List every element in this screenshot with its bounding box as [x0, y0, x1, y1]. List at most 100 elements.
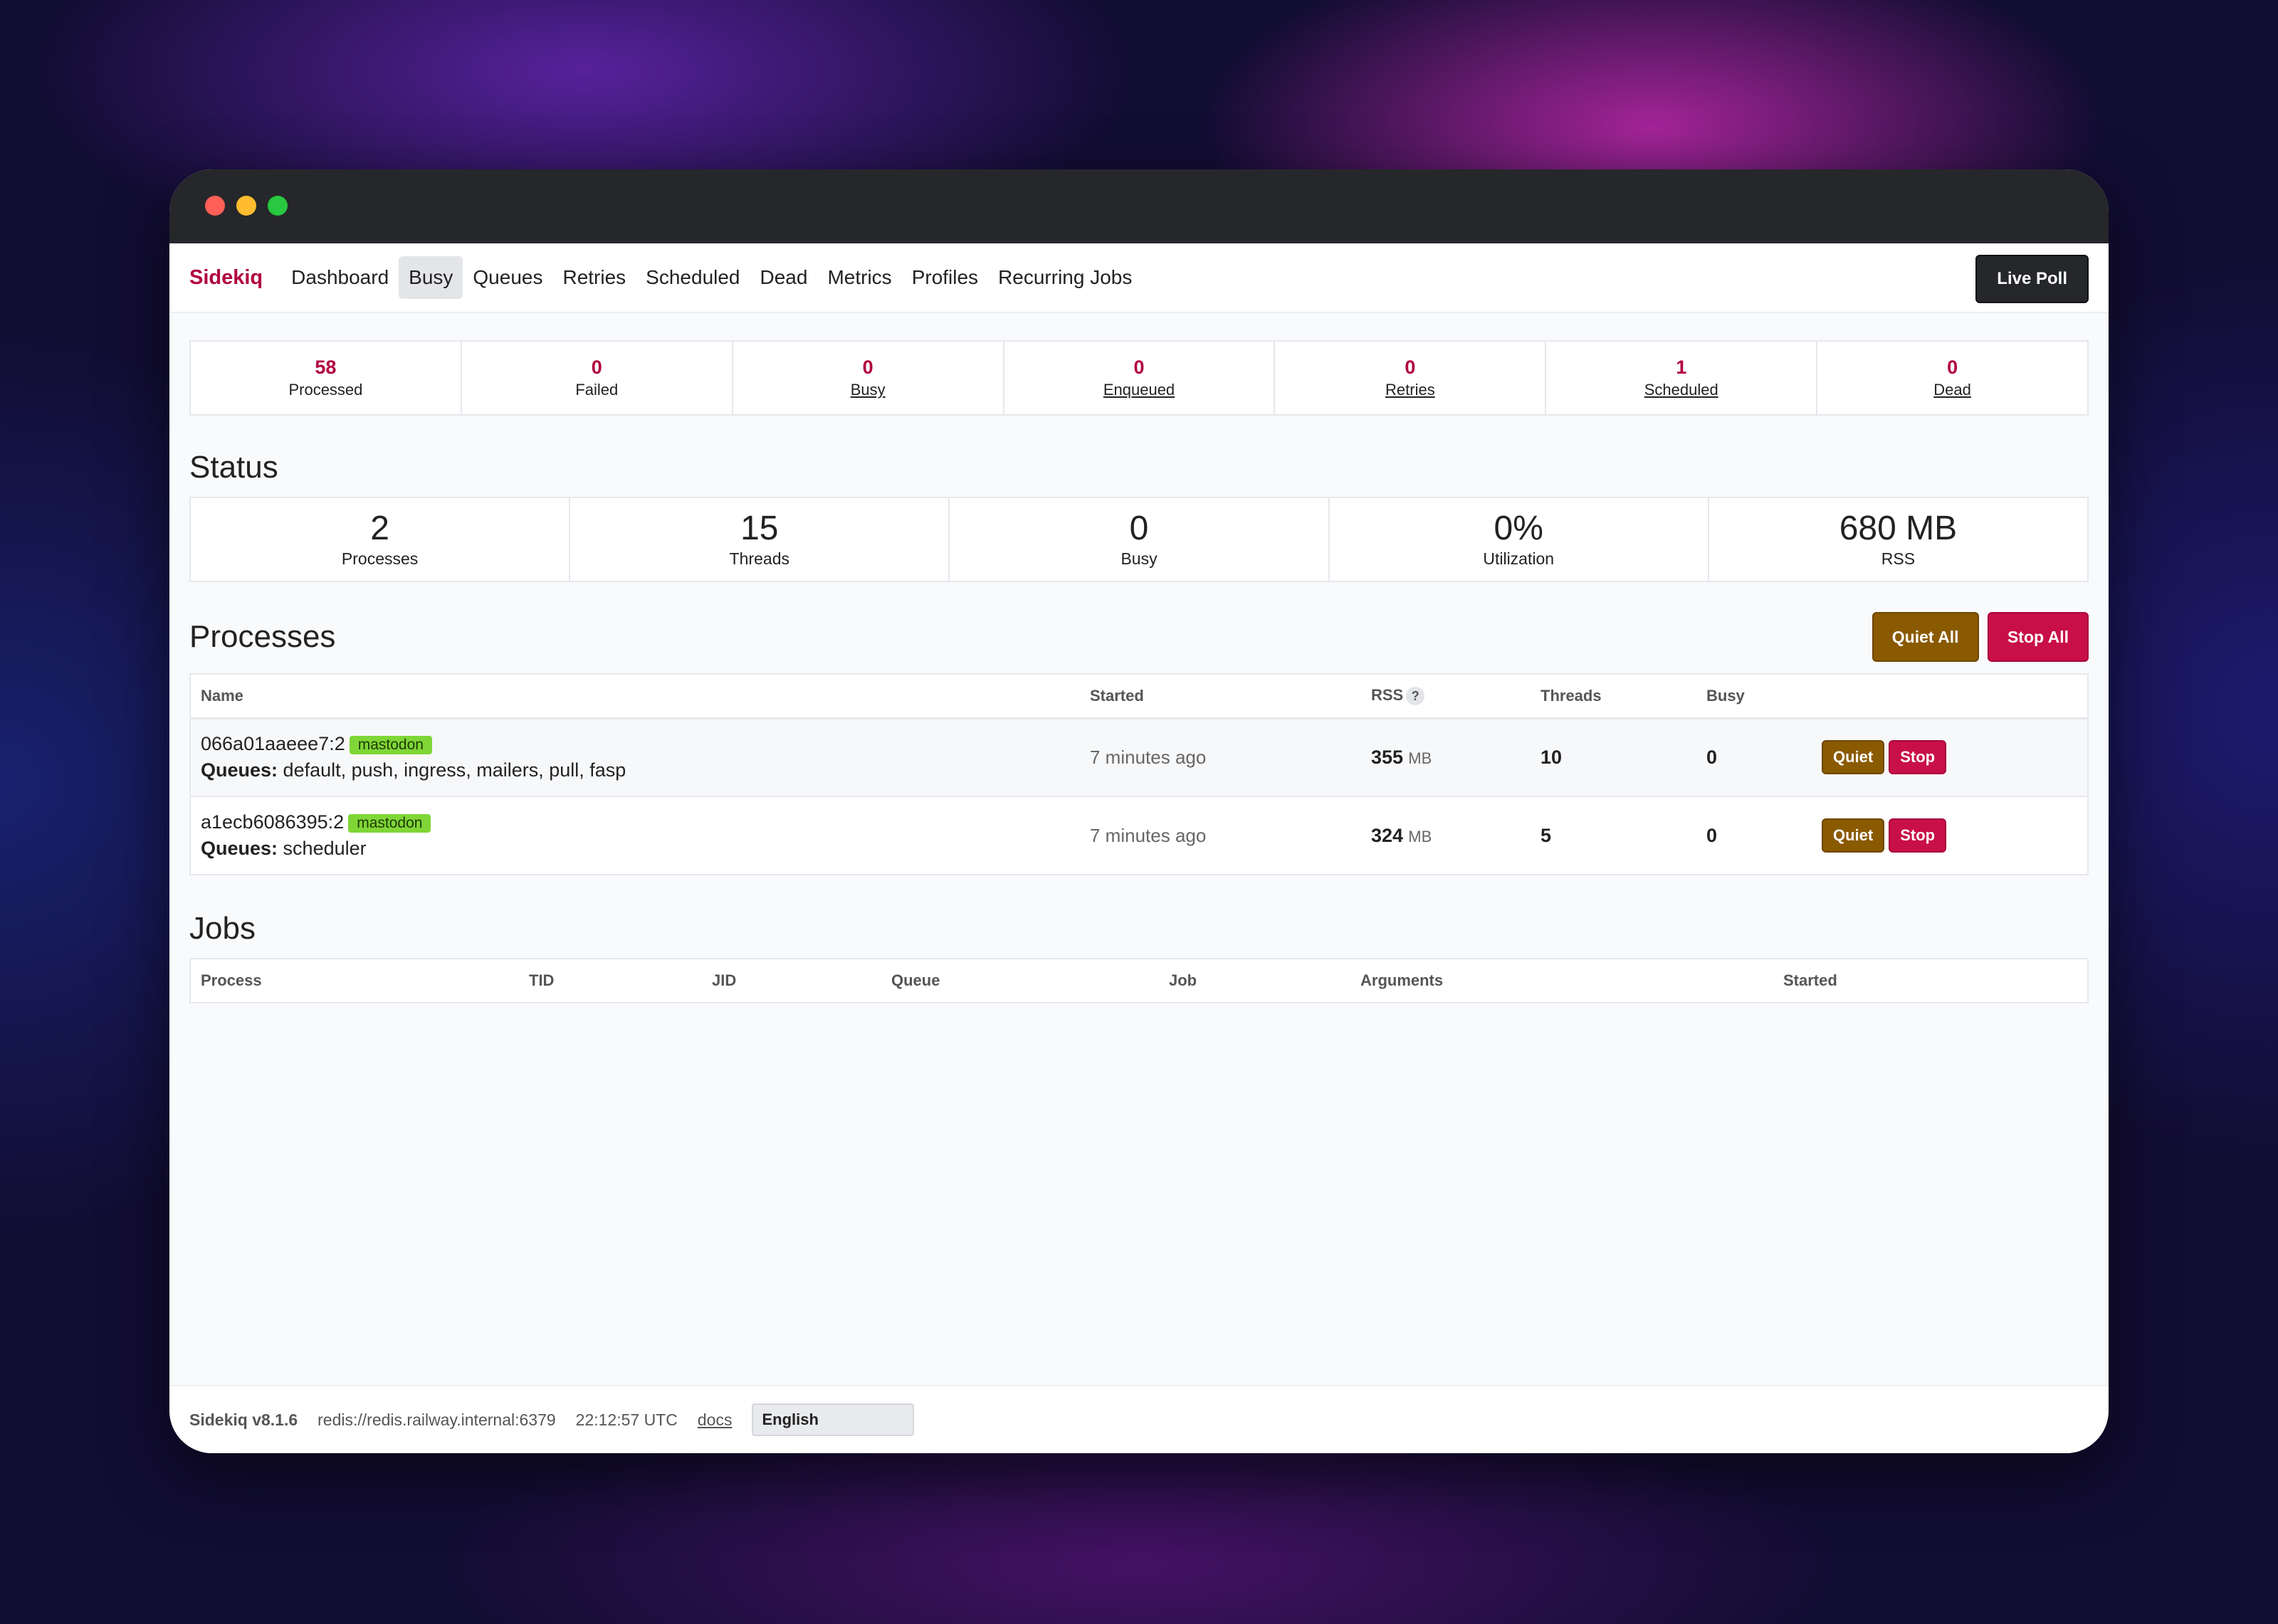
queues-list: default, push, ingress, mailers, pull, f… [283, 759, 626, 781]
status-rss: 680 MB RSS [1709, 498, 2087, 581]
title-bar [169, 169, 2109, 243]
status-summary: 2 Processes 15 Threads 0 Busy 0% Utiliza… [189, 497, 2089, 582]
col-queue: Queue [891, 971, 940, 989]
stat-failed: 0 Failed [462, 342, 733, 414]
process-threads: 5 [1531, 796, 1696, 875]
process-queues: Queues: scheduler [201, 838, 1070, 860]
maximize-window-button[interactable] [268, 196, 288, 216]
process-busy: 0 [1696, 796, 1812, 875]
status-threads: 15 Threads [570, 498, 950, 581]
stop-all-button[interactable]: Stop All [1987, 612, 2089, 662]
stat-value: 0 [1947, 357, 1958, 378]
summary-stats: 58 Processed 0 Failed 0 Busy 0 Enqueued … [189, 340, 2089, 416]
rss-unit: MB [1408, 827, 1432, 845]
process-threads: 10 [1531, 718, 1696, 797]
col-actions [1812, 674, 2088, 719]
table-row: a1ecb6086395:2 mastodon Queues: scheduler… [190, 796, 2088, 875]
col-arguments: Arguments [1360, 971, 1444, 989]
processes-actions: Quiet All Stop All [1867, 612, 2089, 662]
docs-link[interactable]: docs [698, 1411, 733, 1430]
process-actions: Quiet Stop [1812, 796, 2088, 875]
stat-value: 0 [1405, 357, 1416, 378]
stop-button[interactable]: Stop [1889, 740, 1947, 775]
col-started: Started [1783, 971, 1837, 989]
stat-link-dead[interactable]: Dead [1817, 379, 2087, 401]
nav-dashboard[interactable]: Dashboard [281, 256, 399, 299]
stat-link-retries[interactable]: Retries [1275, 379, 1545, 401]
queues-list: scheduler [283, 838, 367, 859]
nav-dead[interactable]: Dead [750, 256, 818, 299]
live-poll-button[interactable]: Live Poll [1975, 255, 2089, 303]
table-header-row: Name Started RSS? Threads Busy [190, 674, 2088, 719]
stat-dead: 0 Dead [1817, 342, 2087, 414]
nav-profiles[interactable]: Profiles [902, 256, 988, 299]
stat-retries: 0 Retries [1275, 342, 1547, 414]
status-value: 2 [370, 510, 389, 547]
process-started: 7 minutes ago [1080, 718, 1361, 797]
col-busy: Busy [1696, 674, 1812, 719]
process-tag: mastodon [348, 814, 431, 833]
stat-processed: 58 Processed [191, 342, 462, 414]
status-label: RSS [1881, 549, 1916, 568]
col-job: Job [1169, 971, 1197, 989]
version-label: Sidekiq v8.1.6 [189, 1410, 298, 1429]
footer: Sidekiq v8.1.6 redis://redis.railway.int… [169, 1385, 2109, 1453]
process-rss: 355 MB [1361, 718, 1531, 797]
minimize-window-button[interactable] [236, 196, 256, 216]
stat-value: 1 [1676, 357, 1687, 378]
status-value: 0 [1129, 510, 1149, 547]
col-threads: Threads [1531, 674, 1696, 719]
main-content: 58 Processed 0 Failed 0 Busy 0 Enqueued … [169, 313, 2109, 1003]
stat-value: 58 [315, 357, 337, 378]
status-label: Processes [341, 549, 419, 568]
close-window-button[interactable] [205, 196, 225, 216]
status-label: Busy [1120, 549, 1158, 568]
stat-scheduled: 1 Scheduled [1546, 342, 1818, 414]
server-time: 22:12:57 UTC [575, 1410, 678, 1429]
language-select[interactable]: English [752, 1403, 915, 1436]
process-tag: mastodon [349, 736, 432, 755]
nav-recurring-jobs[interactable]: Recurring Jobs [988, 256, 1142, 299]
col-rss-label: RSS [1371, 686, 1404, 705]
col-started: Started [1080, 674, 1361, 719]
process-actions: Quiet Stop [1812, 718, 2088, 797]
nav-busy[interactable]: Busy [399, 256, 463, 299]
quiet-button[interactable]: Quiet [1822, 740, 1885, 775]
col-jid: JID [712, 971, 737, 989]
nav-scheduled[interactable]: Scheduled [636, 256, 750, 299]
quiet-all-button[interactable]: Quiet All [1872, 612, 1979, 662]
status-value: 680 MB [1839, 510, 1958, 547]
browser-window: Sidekiq Dashboard Busy Queues Retries Sc… [169, 169, 2109, 1453]
nav-metrics[interactable]: Metrics [817, 256, 901, 299]
stat-link-scheduled[interactable]: Scheduled [1546, 379, 1816, 401]
quiet-button[interactable]: Quiet [1822, 818, 1885, 853]
rss-value: 324 [1371, 824, 1404, 846]
col-rss: RSS? [1361, 674, 1531, 719]
nav-retries[interactable]: Retries [552, 256, 636, 299]
navbar: Sidekiq Dashboard Busy Queues Retries Sc… [169, 243, 2109, 313]
nav-queues[interactable]: Queues [463, 256, 552, 299]
stat-label: Failed [575, 381, 619, 399]
queues-label: Queues: [201, 759, 278, 781]
col-tid: TID [529, 971, 555, 989]
col-name: Name [190, 674, 1080, 719]
stat-link-enqueued[interactable]: Enqueued [1004, 379, 1274, 401]
queues-label: Queues: [201, 838, 278, 859]
rss-unit: MB [1408, 749, 1432, 767]
process-name-cell: 066a01aaeee7:2 mastodon Queues: default, … [190, 718, 1080, 797]
brand-logo[interactable]: Sidekiq [189, 266, 263, 290]
status-processes: 2 Processes [191, 498, 571, 581]
stat-link-busy[interactable]: Busy [733, 379, 1003, 401]
status-label: Threads [729, 549, 789, 568]
redis-url: redis://redis.railway.internal:6379 [317, 1410, 556, 1429]
processes-header: Processes Quiet All Stop All [189, 612, 2089, 662]
status-utilization: 0% Utilization [1330, 498, 1709, 581]
stop-button[interactable]: Stop [1889, 818, 1947, 853]
table-header-row: Process TID JID Queue Job Arguments Star… [190, 959, 2088, 1003]
process-name: 066a01aaeee7:2 [201, 733, 345, 755]
stat-value: 0 [1133, 357, 1145, 378]
help-icon[interactable]: ? [1406, 687, 1425, 706]
process-started: 7 minutes ago [1080, 796, 1361, 875]
status-busy: 0 Busy [950, 498, 1330, 581]
status-value: 0% [1494, 510, 1543, 547]
